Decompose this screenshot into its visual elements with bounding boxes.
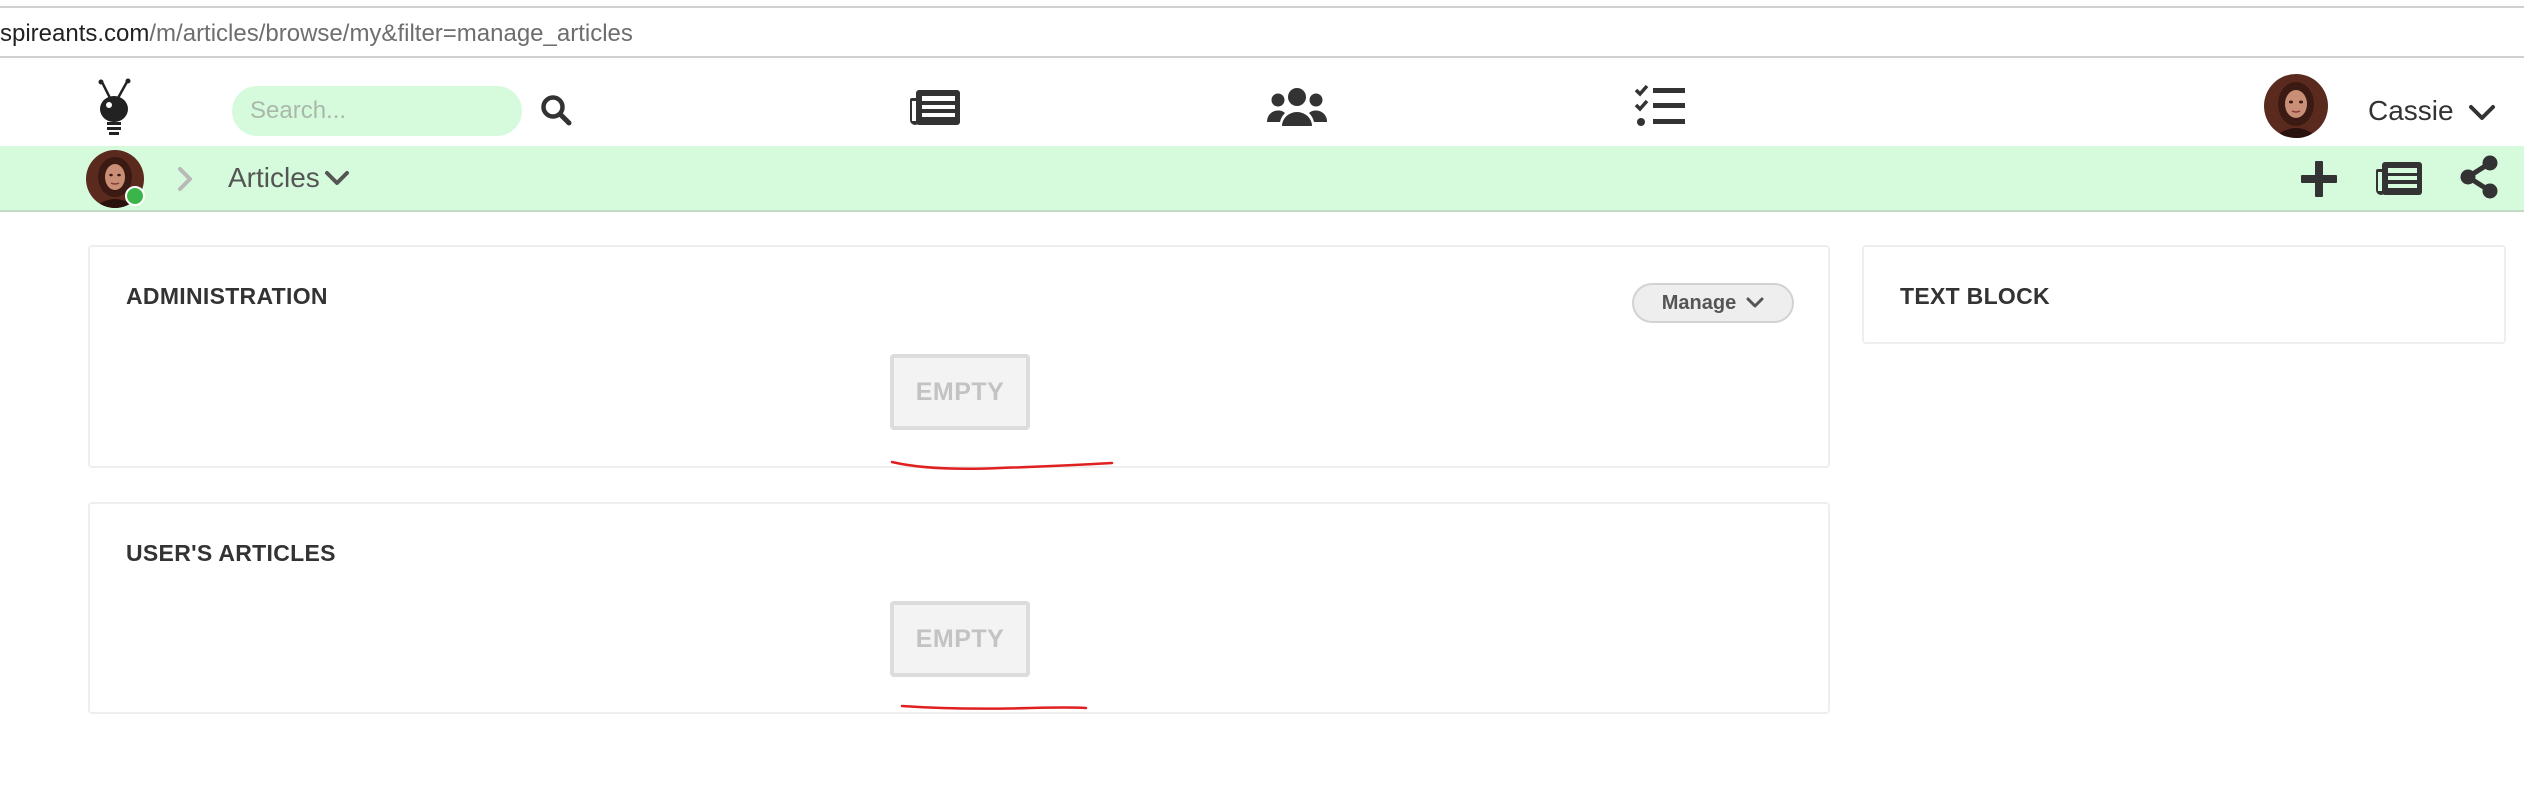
avatar[interactable] <box>2264 74 2328 138</box>
online-status-indicator <box>125 186 145 206</box>
add-icon[interactable] <box>2298 158 2340 200</box>
url-host: spireants.com <box>0 20 150 47</box>
chevron-right-icon <box>176 166 194 192</box>
ant-bulb-logo-icon[interactable] <box>88 78 144 138</box>
articles-icon[interactable] <box>908 88 962 128</box>
articles-icon[interactable] <box>2374 160 2424 198</box>
search-input[interactable] <box>232 86 522 136</box>
address-bar[interactable]: spireants.com/m/articles/browse/my&filte… <box>0 6 2524 58</box>
chevron-down-icon[interactable] <box>324 167 350 189</box>
panel-title: TEXT BLOCK <box>1900 283 2050 309</box>
empty-placeholder: EMPTY <box>890 354 1030 430</box>
user-name[interactable]: Cassie <box>2368 95 2454 127</box>
text-block-panel: TEXT BLOCK <box>1862 245 2506 344</box>
breadcrumb <box>0 146 2524 212</box>
panel-title: USER'S ARTICLES <box>126 540 336 566</box>
share-icon[interactable] <box>2458 154 2500 200</box>
panel-title: ADMINISTRATION <box>126 283 328 309</box>
search-icon[interactable] <box>538 92 574 128</box>
people-icon[interactable] <box>1266 86 1328 128</box>
chevron-down-icon[interactable] <box>2468 100 2496 124</box>
tasks-icon[interactable] <box>1634 84 1686 128</box>
manage-button[interactable]: Manage <box>1632 283 1794 323</box>
chevron-down-icon <box>1746 297 1764 308</box>
administration-panel: ADMINISTRATION Manage EMPTY <box>88 245 1830 468</box>
empty-placeholder: EMPTY <box>890 601 1030 677</box>
url-path: /m/articles/browse/my&filter=manage_arti… <box>149 20 633 47</box>
users-articles-panel: USER'S ARTICLES EMPTY <box>88 502 1830 714</box>
manage-button-label: Manage <box>1661 291 1737 314</box>
url-text[interactable]: spireants.com/m/articles/browse/my&filte… <box>0 20 633 48</box>
breadcrumb-title[interactable]: Articles <box>228 162 320 194</box>
